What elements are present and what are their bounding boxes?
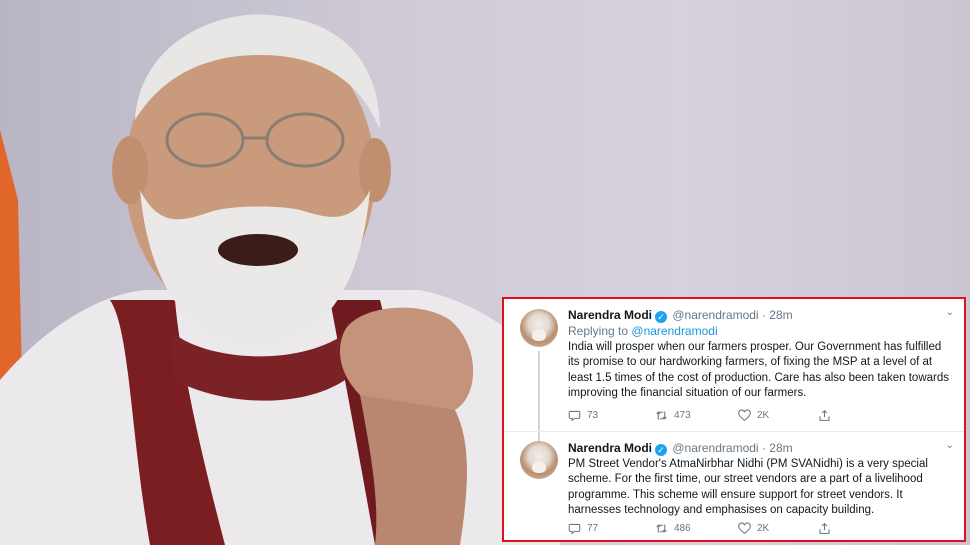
retweet-button[interactable]: 486 — [655, 522, 691, 535]
retweet-icon — [656, 524, 667, 533]
timestamp[interactable]: 28m — [769, 441, 792, 455]
tweet-header: Narendra Modi ✓ @narendramodi · 28m — [568, 441, 793, 456]
replying-to: Replying to @narendramodi — [568, 324, 718, 338]
like-button[interactable]: 2K — [738, 522, 769, 535]
heart-icon — [738, 409, 751, 422]
tweet-thread-card: Narendra Modi ✓ @narendramodi · 28m ⌄ Rep… — [502, 297, 966, 542]
avatar[interactable] — [520, 441, 558, 479]
author-name[interactable]: Narendra Modi — [568, 441, 652, 455]
reply-button[interactable]: 77 — [568, 522, 598, 535]
verified-badge-icon: ✓ — [655, 311, 668, 323]
replying-to-handle[interactable]: @narendramodi — [631, 324, 717, 338]
reply-button[interactable]: 73 — [568, 409, 598, 422]
share-button[interactable] — [818, 522, 831, 535]
like-count: 2K — [757, 523, 770, 534]
like-count: 2K — [757, 410, 770, 421]
chevron-down-icon[interactable]: ⌄ — [946, 307, 954, 318]
chevron-down-icon[interactable]: ⌄ — [946, 440, 954, 451]
reply-count: 77 — [587, 523, 599, 534]
retweet-icon — [656, 411, 667, 420]
tweet-text: India will prosper when our farmers pros… — [568, 341, 949, 399]
tweet-1[interactable]: Narendra Modi ✓ @narendramodi · 28m ⌄ Rep… — [504, 299, 964, 441]
separator-dot: · — [761, 308, 766, 322]
tweet-actions: 73 473 2K — [568, 409, 908, 425]
reply-icon — [568, 410, 581, 422]
author-name[interactable]: Narendra Modi — [568, 308, 652, 322]
retweet-count: 473 — [674, 410, 691, 421]
tweet-2[interactable]: Narendra Modi ✓ @narendramodi · 28m ⌄ PM … — [504, 432, 964, 540]
reply-icon — [568, 523, 581, 535]
reply-count: 73 — [587, 410, 599, 421]
share-icon — [819, 522, 830, 534]
tweet-header: Narendra Modi ✓ @narendramodi · 28m — [568, 308, 793, 323]
author-handle[interactable]: @narendramodi — [672, 308, 758, 322]
author-handle[interactable]: @narendramodi — [672, 441, 758, 455]
verified-badge-icon: ✓ — [655, 444, 668, 456]
retweet-button[interactable]: 473 — [655, 409, 691, 422]
replying-to-label: Replying to — [568, 324, 629, 338]
separator-dot: · — [761, 441, 766, 455]
like-button[interactable]: 2K — [738, 409, 769, 422]
share-button[interactable] — [818, 409, 831, 422]
avatar[interactable] — [520, 309, 558, 347]
tweet-text: PM Street Vendor's AtmaNirbhar Nidhi (PM… — [568, 458, 928, 516]
tweet-actions: 77 486 2K — [568, 522, 908, 538]
thread-connector — [538, 351, 540, 441]
heart-icon — [738, 522, 751, 535]
retweet-count: 486 — [674, 523, 691, 534]
share-icon — [819, 409, 830, 421]
timestamp[interactable]: 28m — [769, 308, 792, 322]
